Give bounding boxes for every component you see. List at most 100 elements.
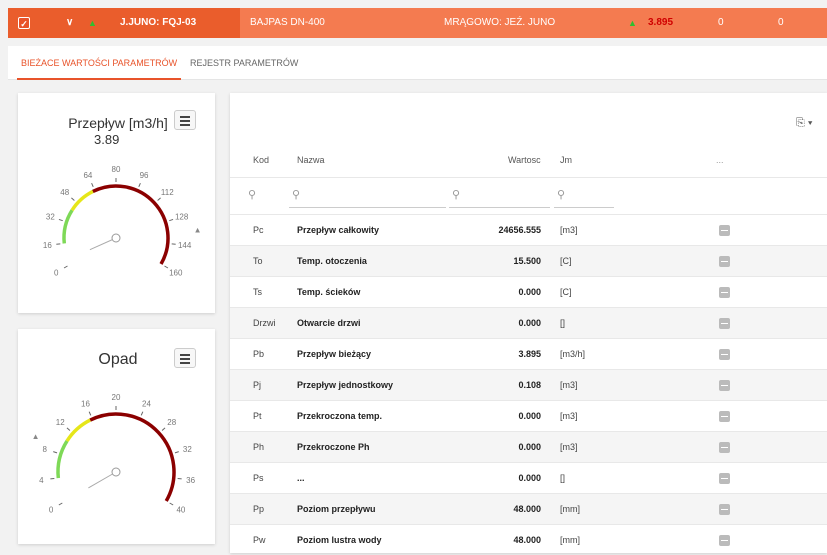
search-icon[interactable]: ⚲ — [557, 188, 565, 201]
tab-parameter-register[interactable]: REJESTR PARAMETRÓW — [190, 46, 298, 80]
col-header-wartosc[interactable]: Wartosc — [508, 155, 541, 165]
minus-box-icon[interactable] — [719, 473, 730, 484]
divider — [230, 177, 827, 178]
row-nazwa: Poziom lustra wody — [297, 525, 382, 555]
gauge-tick — [67, 428, 70, 431]
row-nazwa: Temp. ścieków — [297, 277, 360, 307]
gauge-tick-label: 144 — [178, 241, 192, 250]
gauge-tick — [53, 452, 57, 453]
row-wartosc: 15.500 — [513, 246, 541, 276]
col-header-kod[interactable]: Kod — [253, 155, 269, 165]
gauge-tick-label: 0 — [54, 269, 59, 278]
table-row[interactable]: ToTemp. otoczenia15.500[C] — [230, 245, 827, 276]
gauge-tick — [59, 503, 62, 505]
gauge-band-yellow — [72, 191, 93, 210]
gauge-tick-label: 24 — [142, 399, 151, 408]
row-kod: Pb — [253, 339, 264, 369]
gauge-tick-label: 128 — [175, 213, 189, 222]
gauge-tick-label: 8 — [42, 445, 47, 454]
minus-box-icon[interactable] — [719, 225, 730, 236]
row-wartosc: 0.000 — [518, 463, 541, 493]
flow-gauge-card: Przepływ [m3/h] 3.89 0163248648096112128… — [18, 93, 215, 313]
minus-box-icon[interactable] — [719, 349, 730, 360]
row-jm: [C] — [560, 246, 572, 276]
table-row[interactable]: PbPrzepływ bieżący3.895[m3/h] — [230, 338, 827, 369]
flow-value: 3.895 — [648, 8, 673, 38]
gauge-marker-icon: ▲ — [194, 225, 202, 234]
row-nazwa: Otwarcie drzwi — [297, 308, 361, 338]
trend-up-icon: ▲ — [628, 8, 637, 38]
minus-box-icon[interactable] — [719, 318, 730, 329]
gauge-band-red — [93, 186, 168, 264]
counter-1: 0 — [718, 8, 724, 38]
table-row[interactable]: PwPoziom lustra wody48.000[mm] — [230, 524, 827, 555]
search-icon[interactable]: ⚲ — [292, 188, 300, 201]
tab-bar: BIEŻACE WARTOŚCI PARAMETRÓW REJESTR PARA… — [8, 46, 827, 80]
row-jm: [mm] — [560, 525, 580, 555]
row-jm: [] — [560, 463, 565, 493]
gauge-tick — [164, 266, 167, 268]
gauge-band-yellow — [67, 420, 90, 441]
minus-box-icon[interactable] — [719, 504, 730, 515]
gauge-tick-label: 112 — [161, 188, 174, 197]
gauge-tick-label: 96 — [140, 171, 149, 180]
chevron-down-icon[interactable]: ∨ — [66, 8, 73, 38]
row-wartosc: 48.000 — [513, 525, 541, 555]
table-row[interactable]: TsTemp. ścieków0.000[C] — [230, 276, 827, 307]
table-row[interactable]: PpPoziom przepływu48.000[mm] — [230, 493, 827, 524]
gauge-pivot — [112, 468, 120, 476]
table-row[interactable]: PjPrzepływ jednostkowy0.108[m3] — [230, 369, 827, 400]
gauge-tick — [158, 198, 161, 201]
bypass-label: BAJPAS DN-400 — [250, 8, 325, 38]
search-icon[interactable]: ⚲ — [452, 188, 460, 201]
station-header-bar[interactable]: ✓ ∨ ▲ J.JUNO: FQJ-03 BAJPAS DN-400 MRĄGO… — [8, 8, 827, 38]
filter-nazwa-input[interactable] — [289, 207, 446, 208]
minus-box-icon[interactable] — [719, 380, 730, 391]
table-row[interactable]: PhPrzekroczone Ph0.000[m3] — [230, 431, 827, 462]
row-jm: [m3/h] — [560, 339, 585, 369]
gauge-tick-label: 4 — [39, 476, 44, 485]
row-jm: [] — [560, 308, 565, 338]
select-checkbox[interactable]: ✓ — [18, 17, 30, 29]
filter-wartosc-input[interactable] — [449, 207, 550, 208]
minus-box-icon[interactable] — [719, 256, 730, 267]
row-nazwa: ... — [297, 463, 305, 493]
gauge-tick — [139, 183, 141, 187]
hamburger-menu-icon[interactable] — [174, 348, 196, 368]
minus-box-icon[interactable] — [719, 442, 730, 453]
search-icon[interactable]: ⚲ — [248, 188, 256, 201]
row-kod: Ps — [253, 463, 264, 493]
minus-box-icon[interactable] — [719, 411, 730, 422]
row-wartosc: 0.000 — [518, 401, 541, 431]
hamburger-menu-icon[interactable] — [174, 110, 196, 130]
gauge-pivot — [112, 234, 120, 242]
col-header-jm[interactable]: Jm — [560, 155, 572, 165]
gauge-marker-icon: ▲ — [32, 432, 40, 441]
row-kod: Pc — [253, 215, 264, 245]
minus-box-icon[interactable] — [719, 535, 730, 546]
tab-current-values[interactable]: BIEŻACE WARTOŚCI PARAMETRÓW — [17, 46, 181, 80]
row-jm: [mm] — [560, 494, 580, 524]
gauge-tick-label: 64 — [83, 171, 92, 180]
gauge-title: Opad — [78, 351, 158, 369]
gauge-tick — [141, 412, 143, 416]
table-row[interactable]: Ps... 0.000 [] — [230, 462, 827, 493]
file-export-icon[interactable]: ⎘ ▾ — [796, 117, 812, 130]
filter-jm-input[interactable] — [554, 207, 614, 208]
gauge-tick-label: 36 — [186, 476, 195, 485]
row-nazwa: Przepływ całkowity — [297, 215, 379, 245]
gauge-tick-label: 48 — [60, 188, 69, 197]
col-header-more[interactable]: ... — [716, 155, 724, 165]
row-nazwa: Przepływ jednostkowy — [297, 370, 393, 400]
col-header-nazwa[interactable]: Nazwa — [297, 155, 325, 165]
table-row[interactable]: PtPrzekroczona temp.0.000[m3] — [230, 400, 827, 431]
row-nazwa: Temp. otoczenia — [297, 246, 367, 276]
location-label: MRĄGOWO: JEŹ. JUNO — [444, 8, 555, 38]
gauge-tick-label: 16 — [43, 241, 52, 250]
table-row[interactable]: PcPrzepływ całkowity24656.555[m3] — [230, 214, 827, 245]
gauge-tick-label: 12 — [56, 418, 65, 427]
row-wartosc: 0.000 — [518, 432, 541, 462]
minus-box-icon[interactable] — [719, 287, 730, 298]
row-jm: [m3] — [560, 401, 578, 431]
table-row[interactable]: DrzwiOtwarcie drzwi0.000[] — [230, 307, 827, 338]
